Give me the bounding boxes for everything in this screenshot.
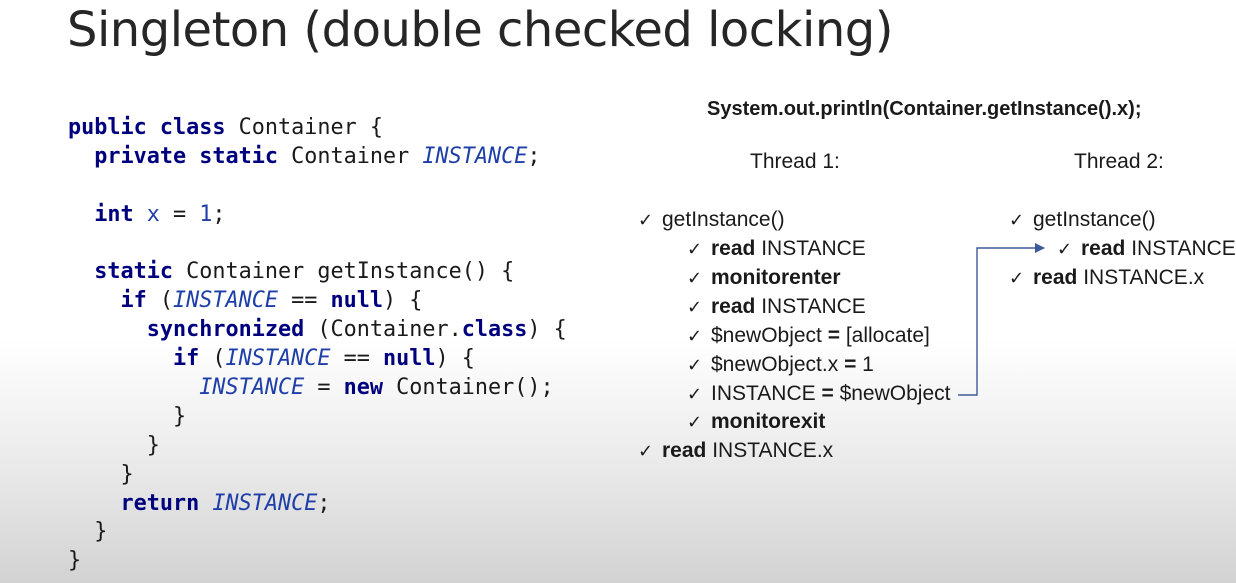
handoff-arrow [958,243,1045,396]
